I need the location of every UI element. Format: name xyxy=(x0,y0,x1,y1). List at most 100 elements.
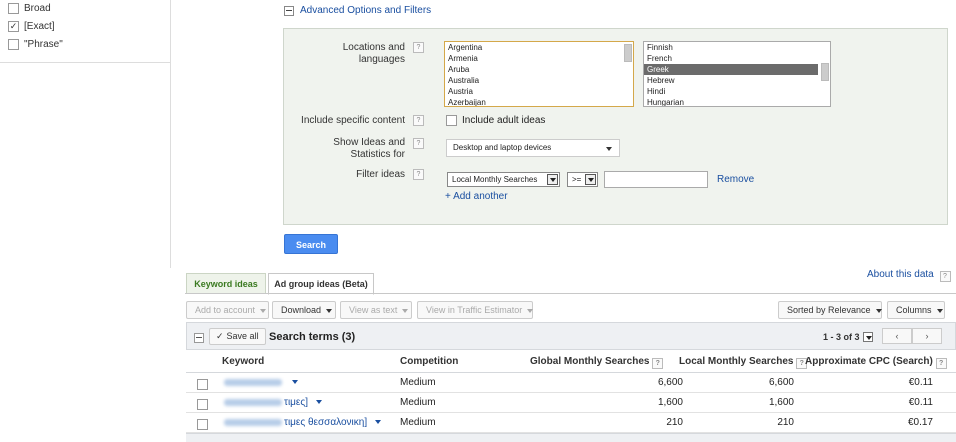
location-option[interactable]: Australia xyxy=(445,75,633,86)
location-option[interactable]: Armenia xyxy=(445,53,633,64)
language-option[interactable]: Finnish xyxy=(644,42,830,53)
col-local-searches[interactable]: Local Monthly Searches ? xyxy=(679,356,808,369)
next-page-button[interactable]: › xyxy=(912,328,942,344)
tab-ad-group-ideas[interactable]: Ad group ideas (Beta) xyxy=(268,273,374,295)
filter-value-input[interactable] xyxy=(604,171,708,188)
row-checkbox[interactable] xyxy=(197,379,208,390)
col-competition[interactable]: Competition xyxy=(400,356,458,367)
col-keyword[interactable]: Keyword xyxy=(222,356,264,367)
location-option[interactable]: Argentina xyxy=(445,42,633,53)
add-another-filter-link[interactable]: + Add another xyxy=(445,191,508,202)
chevron-down-icon[interactable] xyxy=(374,420,381,425)
local-searches-cell: 1,600 xyxy=(768,397,794,408)
checkbox-broad[interactable] xyxy=(8,3,19,14)
add-to-account-button[interactable]: Add to account xyxy=(186,301,269,319)
prev-page-button[interactable]: ‹ xyxy=(882,328,912,344)
help-icon[interactable]: ? xyxy=(935,358,947,369)
match-phrase-label: "Phrase" xyxy=(24,39,63,50)
local-searches-cell: 6,600 xyxy=(768,377,794,388)
advanced-options-toggle[interactable]: Advanced Options and Filters xyxy=(284,5,431,16)
view-in-estimator-label: View in Traffic Estimator xyxy=(426,305,523,315)
row-checkbox[interactable] xyxy=(197,419,208,430)
pagination-dropdown-icon[interactable] xyxy=(863,332,873,342)
language-option[interactable]: Hebrew xyxy=(644,75,830,86)
chevron-down-icon xyxy=(875,308,882,313)
language-option[interactable]: Hungarian xyxy=(644,97,830,106)
results-header: ✓ Save all Search terms (3) 1 - 3 of 3 xyxy=(186,322,956,350)
location-option[interactable]: Austria xyxy=(445,86,633,97)
locations-listbox[interactable]: Argentina Armenia Aruba Australia Austri… xyxy=(444,41,634,107)
device-select-value: Desktop and laptop devices xyxy=(453,143,552,152)
chevron-down-icon xyxy=(606,147,612,151)
redacted-text xyxy=(224,378,282,386)
checkbox-exact[interactable]: ✓ xyxy=(8,21,19,32)
download-button[interactable]: Download xyxy=(272,301,336,319)
checkbox-adult-ideas[interactable] xyxy=(446,115,457,126)
scrollbar-thumb[interactable] xyxy=(624,44,632,62)
remove-filter-link[interactable]: Remove xyxy=(717,174,754,185)
chevron-down-icon xyxy=(402,308,409,313)
scrollbar-thumb[interactable] xyxy=(821,63,829,81)
filter-field-select[interactable]: Local Monthly Searches xyxy=(447,172,560,187)
view-as-text-label: View as text xyxy=(349,305,398,315)
language-option[interactable]: French xyxy=(644,53,830,64)
match-exact[interactable]: ✓ [Exact] xyxy=(8,21,55,32)
view-as-text-button[interactable]: View as text xyxy=(340,301,412,319)
add-to-account-label: Add to account xyxy=(195,305,256,315)
columns-button[interactable]: Columns xyxy=(887,301,945,319)
table-row[interactable]: Medium 6,600 6,600 €0.11 xyxy=(186,373,956,393)
search-button[interactable]: Search xyxy=(284,234,338,254)
help-icon[interactable]: ? xyxy=(413,42,424,53)
table-row[interactable]: τιμες] Medium 1,600 1,600 €0.11 xyxy=(186,393,956,413)
help-icon[interactable]: ? xyxy=(652,358,664,369)
chevron-down-icon[interactable] xyxy=(291,380,298,385)
col-global-label: Global Monthly Searches xyxy=(530,356,650,367)
keyword-suffix: τιμες] xyxy=(284,397,308,408)
help-icon[interactable]: ? xyxy=(939,271,951,282)
about-data-link[interactable]: About this data ? xyxy=(867,269,951,282)
match-broad[interactable]: Broad xyxy=(8,3,51,14)
keyword-cell[interactable] xyxy=(224,377,298,388)
location-option[interactable]: Azerbaijan xyxy=(445,97,633,106)
chevron-down-icon xyxy=(260,308,267,313)
keyword-cell[interactable]: τιμες] xyxy=(224,397,322,408)
help-icon[interactable]: ? xyxy=(413,138,424,149)
location-option[interactable]: Aruba xyxy=(445,64,633,75)
cpc-cell: €0.11 xyxy=(908,377,933,388)
checkbox-phrase[interactable] xyxy=(8,39,19,50)
filter-operator-select[interactable]: >= xyxy=(567,172,598,187)
cpc-cell: €0.17 xyxy=(907,417,933,428)
adult-ideas-option[interactable]: Include adult ideas xyxy=(446,115,545,126)
collapse-icon[interactable] xyxy=(194,333,204,343)
language-option-selected[interactable]: Greek xyxy=(644,64,818,75)
specific-content-label: Include specific content xyxy=(301,115,405,126)
collapse-icon xyxy=(284,5,294,16)
sidebar-divider xyxy=(170,62,171,268)
help-icon[interactable]: ? xyxy=(413,115,424,126)
save-all-button[interactable]: ✓ Save all xyxy=(209,328,266,345)
table-row[interactable]: τιμες θεσσαλονικη] Medium 210 210 €0.17 xyxy=(186,413,956,433)
col-local-label: Local Monthly Searches xyxy=(679,356,794,367)
device-select[interactable]: Desktop and laptop devices xyxy=(446,139,620,157)
results-title: Search terms (3) xyxy=(269,331,356,343)
match-type-sidebar: Broad ✓ [Exact] "Phrase" xyxy=(0,0,171,63)
global-searches-cell: 210 xyxy=(666,417,683,428)
dropdown-arrow-icon xyxy=(585,174,596,185)
keyword-cell[interactable]: τιμες θεσσαλονικη] xyxy=(224,417,381,428)
redacted-text xyxy=(224,398,282,406)
global-searches-cell: 1,600 xyxy=(657,397,683,408)
col-global-searches[interactable]: Global Monthly Searches ? xyxy=(530,356,664,369)
advanced-options-label: Advanced Options and Filters xyxy=(300,5,432,16)
competition-cell: Medium xyxy=(400,397,436,408)
row-checkbox[interactable] xyxy=(197,399,208,410)
col-cpc[interactable]: Approximate CPC (Search) ? xyxy=(805,356,947,369)
language-option[interactable]: Hindi xyxy=(644,86,830,97)
locations-languages-label: Locations and languages xyxy=(342,42,405,65)
languages-listbox[interactable]: Finnish French Greek Hebrew Hindi Hungar… xyxy=(643,41,831,107)
sort-button[interactable]: Sorted by Relevance xyxy=(778,301,882,319)
view-in-estimator-button[interactable]: View in Traffic Estimator xyxy=(417,301,534,319)
help-icon[interactable]: ? xyxy=(413,169,424,180)
match-phrase[interactable]: "Phrase" xyxy=(8,39,63,50)
tab-keyword-ideas[interactable]: Keyword ideas xyxy=(186,273,266,294)
chevron-down-icon[interactable] xyxy=(315,400,322,405)
